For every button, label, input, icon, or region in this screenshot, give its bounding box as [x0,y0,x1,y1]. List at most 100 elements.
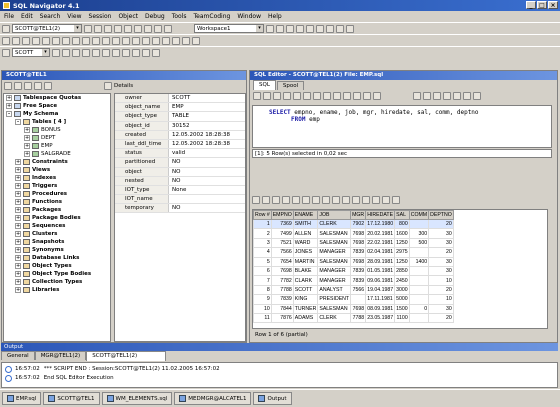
table-row[interactable]: 10 7844 TURNER SALESMAN 7698 08.09.1981 1500 0 3… [253,303,454,314]
compile-icon[interactable] [102,48,110,57]
schema-combo[interactable]: SCOTT [12,48,50,57]
table-row[interactable]: 9 7839 KING PRESIDENT 17.11.1981 5000 10 [253,294,454,305]
expand-toggle-icon[interactable]: + [15,255,21,261]
table-cell[interactable]: TURNER [292,303,319,314]
column-header[interactable]: ENAME [292,210,319,220]
table-cell[interactable] [408,218,430,230]
column-header[interactable]: JOB [317,210,352,220]
chart-icon[interactable] [373,92,381,100]
table-cell[interactable]: 7782 [270,275,294,286]
grid-icon[interactable] [363,92,371,100]
syn-icon[interactable] [192,36,200,45]
filter-icon[interactable] [52,48,60,57]
table-cell[interactable]: MANAGER [317,265,352,277]
expand-toggle-icon[interactable]: + [15,223,21,229]
table-cell[interactable]: MARTIN [292,256,319,267]
table-cell[interactable]: 10 [428,275,454,286]
export-icon[interactable] [352,195,360,204]
up-icon[interactable] [24,81,32,90]
step-icon[interactable] [154,24,162,33]
menu-item-search[interactable]: Search [40,13,61,20]
table-cell[interactable]: 7902 [350,218,367,230]
refresh-grid-icon[interactable] [342,195,350,204]
menu-item-session[interactable]: Session [89,13,112,20]
table-cell[interactable]: ANALYST [317,284,352,296]
browse-icon[interactable] [72,48,80,57]
table-cell[interactable]: 30 [428,303,454,314]
first-record-icon[interactable] [262,195,270,204]
table-cell[interactable]: 3 [253,237,272,249]
table-cell[interactable]: SCOTT [292,284,319,296]
table-cell[interactable]: 22.02.1981 [365,237,396,249]
explain-icon[interactable] [102,36,110,45]
details-tab[interactable]: Details [114,83,133,89]
table-cell[interactable]: 28.09.1981 [365,256,396,267]
table-cell[interactable]: 7698 [270,265,294,277]
task-scott[interactable]: SCOTT@TEL1 [43,392,100,405]
tree-item[interactable]: + Collection Types [4,278,110,286]
table-row[interactable]: 11 7876 ADAMS CLERK 7788 23.05.1987 1100 20 [253,312,454,324]
bookmark-icon[interactable] [463,92,471,100]
workspace-icon[interactable] [266,24,274,33]
table-cell[interactable]: 9 [253,294,272,305]
table-cell[interactable]: 500 [408,237,430,249]
format-icon[interactable] [92,36,100,45]
table-cell[interactable]: 5 [253,256,272,267]
open-file-icon[interactable] [283,92,291,100]
output-tab-mgr[interactable]: MGR@TEL1(2) [34,351,87,360]
stop-icon[interactable] [114,24,122,33]
table-cell[interactable]: ADAMS [292,312,319,324]
table-cell[interactable]: 7566 [270,247,294,258]
next-icon[interactable] [433,92,441,100]
tree-item[interactable]: + Packages [4,206,110,214]
table-row[interactable]: 3 7521 WARD SALESMAN 7698 22.02.1981 1250 500 30 [253,237,454,249]
menu-item-tools[interactable]: Tools [172,13,187,20]
expand-toggle-icon[interactable]: - [15,119,21,125]
table-cell[interactable]: 2 [253,228,272,239]
table-cell[interactable]: 30 [428,256,454,267]
insert-record-icon[interactable] [302,195,310,204]
expand-toggle-icon[interactable]: + [6,95,12,101]
table-cell[interactable]: 7698 [350,228,367,239]
new-icon[interactable] [2,24,10,33]
table-cell[interactable] [408,247,430,258]
filter-icon[interactable] [34,81,42,90]
tree-item[interactable]: + SALGRADE [4,150,110,158]
table-row[interactable]: 4 7566 JONES MANAGER 7839 02.04.1981 2975 20 [253,247,454,258]
table-cell[interactable] [408,265,430,277]
result-grid[interactable]: Row # EMPNO ENAME JOB MGR HIREDATE SAL COMM DEPT… [252,209,548,329]
expand-toggle-icon[interactable]: + [15,175,21,181]
table-cell[interactable]: SALESMAN [317,237,352,249]
tool-icon-5[interactable] [316,24,324,33]
table-cell[interactable]: 30 [428,265,454,277]
table-cell[interactable]: 19.04.1987 [365,284,396,296]
tree-item[interactable]: + Synonyms [4,246,110,254]
save-icon[interactable] [94,24,102,33]
tree-item[interactable]: + DEPT [4,134,110,142]
table-cell[interactable]: 7698 [350,256,367,267]
expand-toggle-icon[interactable]: + [15,215,21,221]
grant-icon[interactable] [142,48,150,57]
exec-step-icon[interactable] [263,92,271,100]
table-cell[interactable]: 02.04.1981 [365,247,396,258]
stop-icon[interactable] [343,92,351,100]
pkg-icon[interactable] [162,36,170,45]
tree-item[interactable]: + Free Space [4,102,110,110]
table-cell[interactable]: 17.11.1981 [365,294,396,305]
sort-icon[interactable] [382,195,390,204]
debug-icon[interactable] [144,24,152,33]
copy-icon[interactable] [313,92,321,100]
table-cell[interactable]: 1400 [408,256,430,267]
expand-toggle-icon[interactable]: + [15,247,21,253]
table-cell[interactable] [408,275,430,286]
expand-toggle-icon[interactable]: + [24,151,30,157]
refresh-icon[interactable] [44,81,52,90]
expand-toggle-icon[interactable]: + [15,191,21,197]
expand-toggle-icon[interactable]: + [15,207,21,213]
expand-toggle-icon[interactable]: + [15,199,21,205]
table-cell[interactable]: 08.09.1981 [365,303,396,314]
table-cell[interactable]: 7839 [350,247,367,258]
expand-toggle-icon[interactable]: + [15,231,21,237]
prev-record-icon[interactable] [272,195,280,204]
tab-spool[interactable]: Spool [276,81,305,90]
